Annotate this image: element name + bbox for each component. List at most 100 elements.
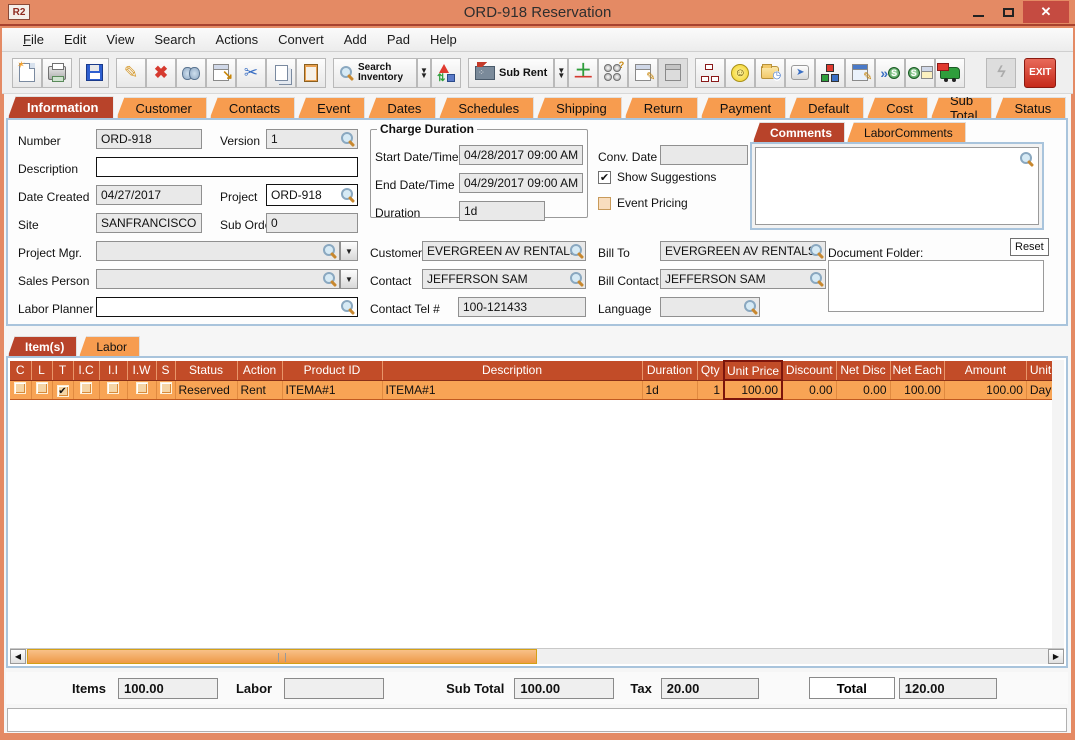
version-search-icon[interactable] xyxy=(341,132,355,146)
cell-net-each[interactable]: 100.00 xyxy=(890,380,944,399)
cell-net-disc[interactable]: 0.00 xyxy=(836,380,890,399)
show-suggestions-checkbox[interactable]: ✔ xyxy=(598,171,611,184)
tab-customer[interactable]: Customer xyxy=(117,97,207,118)
description-field[interactable] xyxy=(96,157,358,177)
col-unit-price[interactable]: Unit Price xyxy=(724,361,782,380)
duration-field[interactable]: 1d xyxy=(459,201,545,221)
tab-dates[interactable]: Dates xyxy=(368,97,436,118)
row-checkbox-l[interactable] xyxy=(36,382,48,394)
comments-textarea[interactable] xyxy=(755,147,1039,225)
customer-field[interactable]: EVERGREEN AV RENTALS xyxy=(422,241,586,261)
labor-planner-field[interactable] xyxy=(96,297,358,317)
cell-unit-price[interactable]: 100.00 xyxy=(724,380,782,399)
contact-field[interactable]: JEFFERSON SAM xyxy=(422,269,586,289)
contact-tel-field[interactable]: 100-121433 xyxy=(458,297,586,317)
sub-rent-button[interactable]: Sub Rent xyxy=(468,58,554,88)
kit-items-button[interactable]: ? xyxy=(598,58,628,88)
close-button[interactable]: ✕ xyxy=(1023,1,1069,23)
col-description[interactable]: Description xyxy=(382,361,642,380)
row-checkbox-s[interactable] xyxy=(160,382,172,394)
cell-duration[interactable]: 1d xyxy=(642,380,697,399)
tab-payment[interactable]: Payment xyxy=(701,97,786,118)
col-iw[interactable]: I.W xyxy=(127,361,156,380)
scroll-right-arrow[interactable]: ▶ xyxy=(1048,649,1064,664)
tab-status[interactable]: Status xyxy=(995,97,1066,118)
col-product-id[interactable]: Product ID xyxy=(282,361,382,380)
tab-labor[interactable]: Labor xyxy=(79,336,140,356)
cell-discount[interactable]: 0.00 xyxy=(782,380,836,399)
vertical-scrollbar[interactable] xyxy=(1052,360,1064,648)
tab-information[interactable]: Information xyxy=(8,96,114,118)
sales-person-search-icon[interactable] xyxy=(323,272,337,286)
col-discount[interactable]: Discount xyxy=(782,361,836,380)
cell-qty[interactable]: 1 xyxy=(697,380,724,399)
tab-contacts[interactable]: Contacts xyxy=(210,97,295,118)
copy-button[interactable] xyxy=(266,58,296,88)
menu-edit[interactable]: Edit xyxy=(55,29,95,50)
tab-return[interactable]: Return xyxy=(625,97,698,118)
scrollbar-thumb[interactable] xyxy=(27,649,537,664)
cell-unit[interactable]: Day xyxy=(1026,380,1054,399)
menu-view[interactable]: View xyxy=(97,29,143,50)
col-net-each[interactable]: Net Each xyxy=(890,361,944,380)
history-folder-button[interactable]: ◷ xyxy=(755,58,785,88)
search-inventory-button[interactable]: Search Inventory xyxy=(333,58,417,88)
shipping-truck-button[interactable] xyxy=(935,58,965,88)
copy-special-button[interactable]: ↘ xyxy=(206,58,236,88)
sales-person-field[interactable] xyxy=(96,269,340,289)
menu-pad[interactable]: Pad xyxy=(378,29,419,50)
tab-shipping[interactable]: Shipping xyxy=(537,97,622,118)
save-button[interactable] xyxy=(79,58,109,88)
bill-to-search-icon[interactable] xyxy=(810,244,824,258)
org-chart-button[interactable] xyxy=(695,58,725,88)
transfer-charges-button[interactable]: »S xyxy=(875,58,905,88)
tab-schedules[interactable]: Schedules xyxy=(439,97,534,118)
tab-sub-total[interactable]: Sub Total xyxy=(931,97,992,118)
cell-description[interactable]: ITEMA#1 xyxy=(382,380,642,399)
project-search-icon[interactable] xyxy=(341,188,355,202)
print-button[interactable] xyxy=(42,58,72,88)
project-mgr-search-icon[interactable] xyxy=(323,244,337,258)
search-inventory-dropdown[interactable]: ▼▼ xyxy=(417,58,431,88)
menu-search[interactable]: Search xyxy=(145,29,204,50)
end-datetime-field[interactable]: 04/29/2017 09:00 AM xyxy=(459,173,583,193)
tab-cost[interactable]: Cost xyxy=(867,97,928,118)
inventory-cubes-button[interactable] xyxy=(815,58,845,88)
col-s[interactable]: S xyxy=(156,361,175,380)
tab-items[interactable]: Item(s) xyxy=(8,336,77,356)
col-action[interactable]: Action xyxy=(237,361,282,380)
table-row[interactable]: ✔ Reserved Rent ITEMA#1 ITEMA#1 1d 1 100… xyxy=(10,380,1055,399)
col-status[interactable]: Status xyxy=(175,361,237,380)
col-net-disc[interactable]: Net Disc xyxy=(836,361,890,380)
tab-comments[interactable]: Comments xyxy=(753,122,845,142)
bill-contact-field[interactable]: JEFFERSON SAM xyxy=(660,269,826,289)
col-ii[interactable]: I.I xyxy=(99,361,127,380)
col-amount[interactable]: Amount xyxy=(944,361,1026,380)
cell-amount[interactable]: 100.00 xyxy=(944,380,1026,399)
find-button[interactable] xyxy=(176,58,206,88)
bill-contact-search-icon[interactable] xyxy=(810,272,824,286)
availability-button[interactable]: ⇅ xyxy=(431,58,461,88)
customer-search-icon[interactable] xyxy=(570,244,584,258)
menu-file[interactable]: File xyxy=(14,29,53,50)
row-checkbox-ii[interactable] xyxy=(107,382,119,394)
row-checkbox-c[interactable] xyxy=(14,382,26,394)
col-l[interactable]: L xyxy=(31,361,52,380)
contact-search-icon[interactable] xyxy=(570,272,584,286)
edit-button[interactable]: ✎ xyxy=(116,58,146,88)
invoice-button[interactable]: S xyxy=(905,58,935,88)
menu-add[interactable]: Add xyxy=(335,29,376,50)
tab-event[interactable]: Event xyxy=(298,97,365,118)
reset-button[interactable]: Reset xyxy=(1010,238,1049,256)
shortcut-key-button[interactable]: ➤ xyxy=(785,58,815,88)
col-t[interactable]: T xyxy=(52,361,73,380)
project-mgr-field[interactable] xyxy=(96,241,340,261)
sub-rent-dropdown[interactable]: ▼▼ xyxy=(554,58,568,88)
exit-button[interactable]: EXIT xyxy=(1024,58,1056,88)
bill-to-field[interactable]: EVERGREEN AV RENTALS xyxy=(660,241,826,261)
menu-actions[interactable]: Actions xyxy=(207,29,268,50)
cell-action[interactable]: Rent xyxy=(237,380,282,399)
scroll-left-arrow[interactable]: ◀ xyxy=(10,649,26,664)
tab-labor-comments[interactable]: LaborComments xyxy=(847,122,966,142)
comments-search-icon[interactable] xyxy=(1020,152,1034,166)
